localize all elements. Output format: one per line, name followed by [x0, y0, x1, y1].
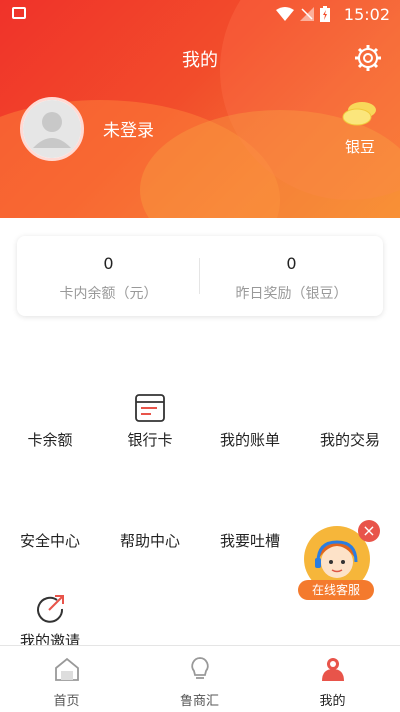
- beans-icon: [342, 102, 376, 126]
- online-service-float[interactable]: 在线客服 ×: [298, 520, 380, 604]
- bottom-tab-bar: 首页 鲁商汇 我的: [0, 645, 400, 712]
- yesterday-reward-caption: 昨日奖励（银豆）: [235, 286, 348, 302]
- no-signal-icon: [300, 7, 314, 21]
- battery-charging-icon: [320, 6, 330, 22]
- avatar[interactable]: [20, 97, 84, 161]
- image-notification-icon: [12, 7, 26, 19]
- card-balance-value: 0: [103, 254, 114, 273]
- grid-card-balance[interactable]: 卡余额: [0, 429, 100, 450]
- page-title: 我的: [182, 50, 218, 71]
- card-balance-caption: 卡内余额（元）: [59, 286, 158, 302]
- tab-mine[interactable]: 我的: [266, 646, 399, 712]
- card-balance-stat[interactable]: 0 卡内余额（元）: [17, 254, 200, 303]
- grid-security-center[interactable]: 安全中心: [0, 530, 100, 551]
- beans-label: 银豆: [344, 138, 375, 156]
- silver-beans-button[interactable]: 银豆: [338, 100, 382, 157]
- grid-my-bills[interactable]: 我的账单: [200, 429, 300, 450]
- user-icon: [321, 658, 344, 681]
- wifi-icon: [276, 7, 294, 21]
- grid-my-transactions[interactable]: 我的交易: [300, 429, 400, 450]
- settings-gear-icon[interactable]: [354, 44, 382, 72]
- tab-home[interactable]: 首页: [0, 646, 133, 712]
- yesterday-reward-value: 0: [286, 254, 297, 273]
- balance-card: 0 卡内余额（元） 0 昨日奖励（银豆）: [17, 236, 383, 316]
- bank-card-icon: [135, 394, 165, 422]
- tab-lushanghui[interactable]: 鲁商汇: [133, 646, 266, 712]
- close-icon[interactable]: ×: [358, 520, 380, 542]
- tab-mine-label: 我的: [319, 694, 346, 709]
- status-time: 15:02: [343, 5, 390, 24]
- tab-home-label: 首页: [53, 694, 80, 709]
- default-avatar-icon: [23, 100, 81, 158]
- lightbulb-icon: [190, 657, 209, 679]
- grid-help-center[interactable]: 帮助中心: [100, 530, 200, 551]
- home-icon: [54, 657, 79, 681]
- online-service-label: 在线客服: [298, 580, 374, 600]
- status-icons: [276, 6, 330, 22]
- tab-lushanghui-label: 鲁商汇: [179, 694, 219, 709]
- invite-share-icon: [37, 595, 64, 623]
- yesterday-reward-stat[interactable]: 0 昨日奖励（银豆）: [200, 254, 383, 303]
- status-bar: 15:02: [0, 0, 400, 28]
- grid-bank-card[interactable]: 银行卡: [100, 429, 200, 450]
- grid-feedback[interactable]: 我要吐槽: [200, 530, 300, 551]
- login-link[interactable]: 未登录: [103, 116, 154, 141]
